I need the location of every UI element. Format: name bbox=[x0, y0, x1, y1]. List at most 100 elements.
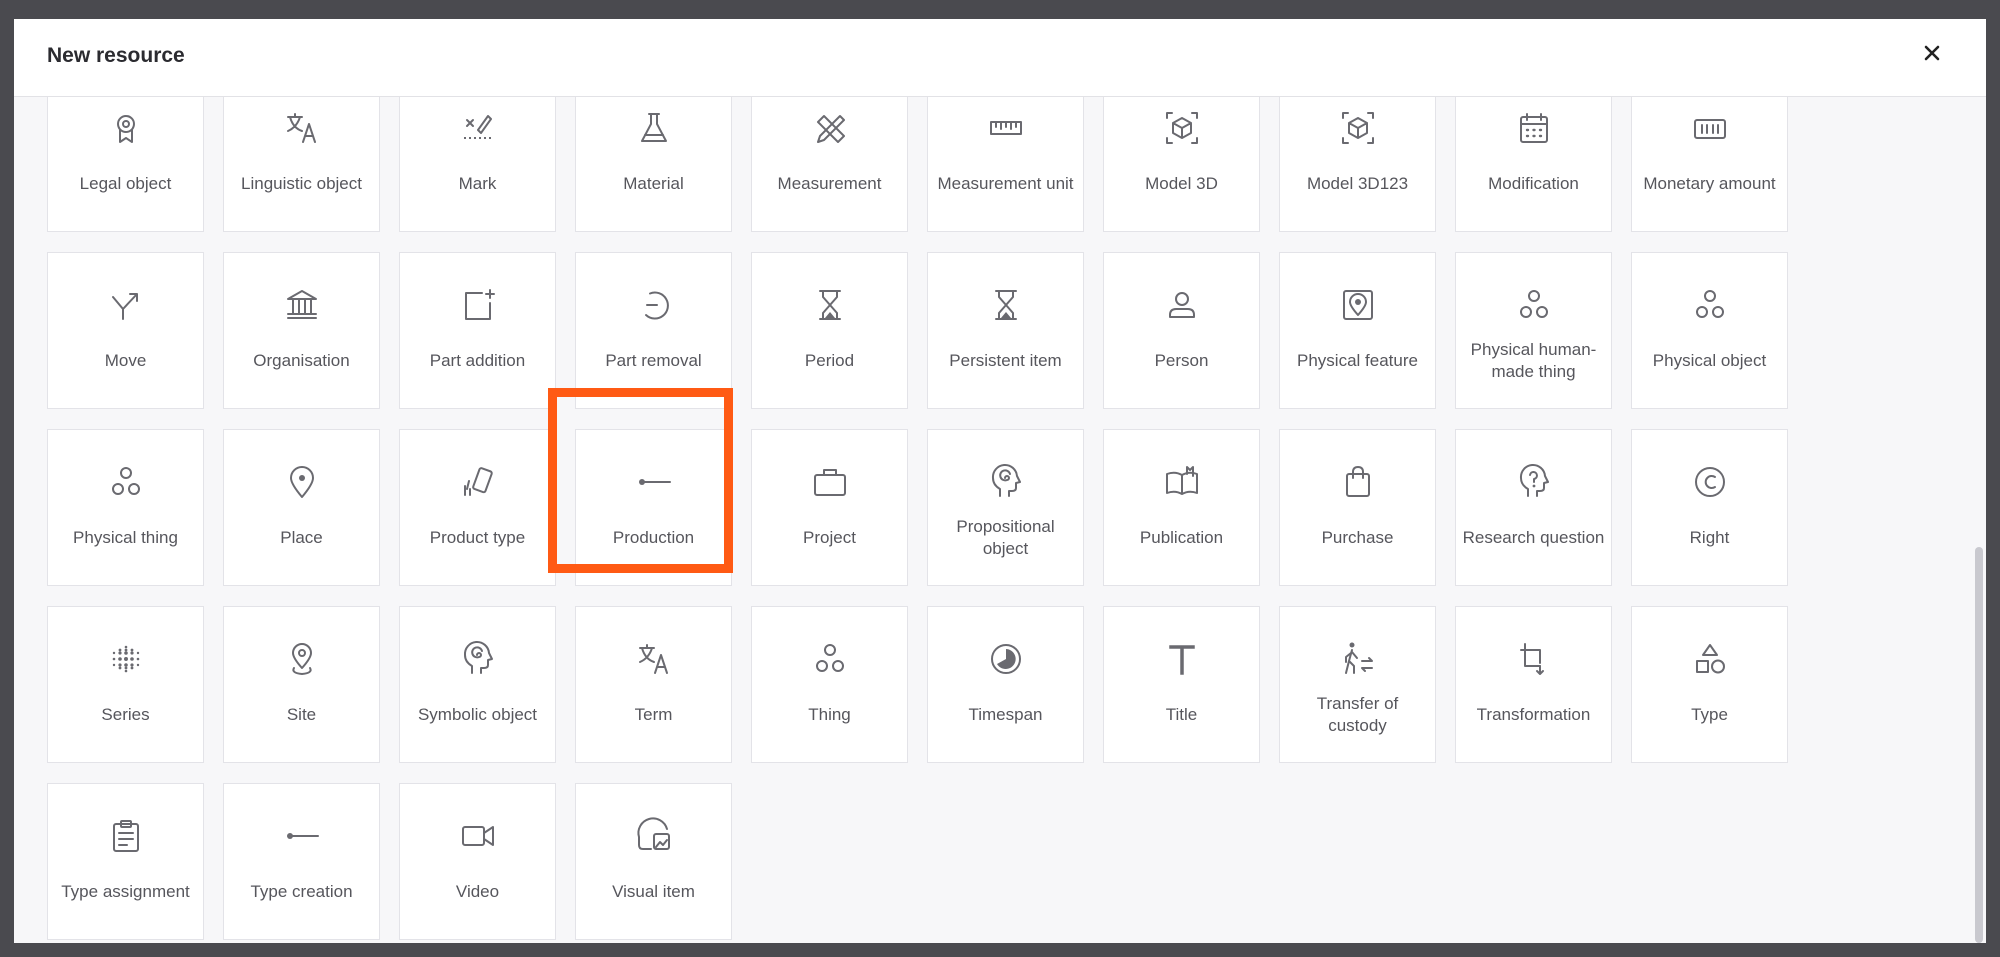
resource-tile-series[interactable]: Series bbox=[47, 606, 204, 763]
resource-tile-part-addition[interactable]: Part addition bbox=[399, 252, 556, 409]
resource-tile-person[interactable]: Person bbox=[1103, 252, 1260, 409]
resource-tile-publication[interactable]: Publication bbox=[1103, 429, 1260, 586]
cube-icon bbox=[1104, 108, 1259, 148]
resource-tile-site[interactable]: Site bbox=[223, 606, 380, 763]
resource-tile-measurement-unit[interactable]: Measurement unit bbox=[927, 75, 1084, 232]
resource-tile-type-assignment[interactable]: Type assignment bbox=[47, 783, 204, 940]
money-icon bbox=[1632, 108, 1787, 148]
resource-tile-label: Visual item bbox=[612, 882, 695, 901]
resource-tile-label: Physical object bbox=[1652, 351, 1767, 370]
resource-tile-label: Symbolic object bbox=[417, 705, 538, 724]
resource-tile-place[interactable]: Place bbox=[223, 429, 380, 586]
resource-tile-physical-object[interactable]: Physical object bbox=[1631, 252, 1788, 409]
resource-tile-project[interactable]: Project bbox=[751, 429, 908, 586]
resource-tile-label: Propositional object bbox=[956, 517, 1055, 558]
resource-tile-organisation[interactable]: Organisation bbox=[223, 252, 380, 409]
resource-tile-label: Series bbox=[101, 705, 150, 724]
circles-icon bbox=[48, 462, 203, 502]
resource-tile-label: Timespan bbox=[968, 705, 1043, 724]
resource-tile-measurement[interactable]: Measurement bbox=[751, 75, 908, 232]
resource-tile-label: Persistent item bbox=[949, 351, 1062, 370]
resource-type-grid: Legal object Linguistic object Mark Materia… bbox=[47, 75, 1788, 940]
resource-tile-symbolic-object[interactable]: Symbolic object bbox=[399, 606, 556, 763]
resource-tile-label: Legal object bbox=[79, 174, 172, 193]
resource-tile-persistent-item[interactable]: Persistent item bbox=[927, 252, 1084, 409]
open-book-icon bbox=[1104, 462, 1259, 502]
resource-tile-model-3d[interactable]: Model 3D bbox=[1103, 75, 1260, 232]
head-spiral-icon bbox=[400, 639, 555, 679]
flask-icon bbox=[576, 108, 731, 148]
resource-tile-label: Transformation bbox=[1476, 705, 1591, 724]
resource-tile-transfer-of-custody[interactable]: Transfer of custody bbox=[1279, 606, 1436, 763]
resource-tile-physical-human-made-thing[interactable]: Physical human-made thing bbox=[1455, 252, 1612, 409]
resource-tile-label: Linguistic object bbox=[241, 174, 362, 193]
resource-tile-label: Model 3D bbox=[1145, 174, 1218, 193]
resource-tile-label: Type creation bbox=[250, 882, 353, 901]
resource-tile-production[interactable]: Production bbox=[575, 429, 732, 586]
resource-tile-timespan[interactable]: Timespan bbox=[927, 606, 1084, 763]
resource-tile-label: Modification bbox=[1488, 174, 1579, 193]
resource-tile-label: Organisation bbox=[253, 351, 350, 370]
resource-tile-move[interactable]: Move bbox=[47, 252, 204, 409]
add-box-icon bbox=[400, 285, 555, 325]
resource-tile-right[interactable]: Right bbox=[1631, 429, 1788, 586]
resource-tile-label: Measurement bbox=[777, 174, 882, 193]
resource-tile-physical-thing[interactable]: Physical thing bbox=[47, 429, 204, 586]
hourglass-icon bbox=[928, 285, 1083, 325]
resource-tile-model-3d123[interactable]: Model 3D123 bbox=[1279, 75, 1436, 232]
resource-tile-product-type[interactable]: Product type bbox=[399, 429, 556, 586]
resource-tile-propositional-object[interactable]: Propositional object bbox=[927, 429, 1084, 586]
resource-tile-legal-object[interactable]: Legal object bbox=[47, 75, 204, 232]
product-tag-icon bbox=[400, 462, 555, 502]
resource-tile-material[interactable]: Material bbox=[575, 75, 732, 232]
translate-icon bbox=[576, 639, 731, 679]
close-icon[interactable] bbox=[1918, 39, 1946, 67]
resource-tile-linguistic-object[interactable]: Linguistic object bbox=[223, 75, 380, 232]
scrollbar-thumb[interactable] bbox=[1975, 547, 1983, 943]
resource-tile-label: Right bbox=[1689, 528, 1730, 547]
video-camera-icon bbox=[400, 816, 555, 856]
scrollbar[interactable] bbox=[1972, 97, 1986, 943]
resource-tile-type[interactable]: Type bbox=[1631, 606, 1788, 763]
resource-tile-label: Transfer of custody bbox=[1316, 694, 1399, 735]
head-spiral-icon bbox=[928, 462, 1083, 502]
resource-tile-mark[interactable]: Mark bbox=[399, 75, 556, 232]
person-icon bbox=[1104, 285, 1259, 325]
ruler-pencil-icon bbox=[752, 108, 907, 148]
resource-tile-label: Physical thing bbox=[73, 528, 178, 547]
resource-tile-type-creation[interactable]: Type creation bbox=[223, 783, 380, 940]
briefcase-icon bbox=[752, 462, 907, 502]
resource-tile-modification[interactable]: Modification bbox=[1455, 75, 1612, 232]
resource-tile-thing[interactable]: Thing bbox=[751, 606, 908, 763]
resource-tile-label: Part addition bbox=[429, 351, 526, 370]
visual-item-icon bbox=[576, 816, 731, 856]
resource-tile-label: Thing bbox=[808, 705, 851, 724]
resource-tile-monetary-amount[interactable]: Monetary amount bbox=[1631, 75, 1788, 232]
calendar-icon bbox=[1456, 108, 1611, 148]
resource-tile-research-question[interactable]: Research question bbox=[1455, 429, 1612, 586]
shapes-icon bbox=[1632, 639, 1787, 679]
resource-tile-purchase[interactable]: Purchase bbox=[1279, 429, 1436, 586]
resource-tile-label: Purchase bbox=[1321, 528, 1394, 547]
resource-tile-period[interactable]: Period bbox=[751, 252, 908, 409]
copyright-icon bbox=[1632, 462, 1787, 502]
resource-tile-label: Project bbox=[803, 528, 856, 547]
resource-tile-transformation[interactable]: Transformation bbox=[1455, 606, 1612, 763]
resource-tile-label: Term bbox=[634, 705, 673, 724]
circles-icon bbox=[752, 639, 907, 679]
resource-tile-label: Place bbox=[280, 528, 323, 547]
resource-tile-video[interactable]: Video bbox=[399, 783, 556, 940]
badge-icon bbox=[48, 108, 203, 148]
resource-tile-title[interactable]: Title bbox=[1103, 606, 1260, 763]
remove-circle-icon bbox=[576, 285, 731, 325]
dialog-title: New resource bbox=[47, 44, 185, 67]
resource-tile-label: Research question bbox=[1462, 528, 1605, 547]
resource-tile-part-removal[interactable]: Part removal bbox=[575, 252, 732, 409]
resource-tile-label: Production bbox=[612, 528, 695, 547]
resource-tile-term[interactable]: Term bbox=[575, 606, 732, 763]
resource-tile-physical-feature[interactable]: Physical feature bbox=[1279, 252, 1436, 409]
move-icon bbox=[48, 285, 203, 325]
crop-icon bbox=[1456, 639, 1611, 679]
resource-tile-visual-item[interactable]: Visual item bbox=[575, 783, 732, 940]
resource-tile-label: Move bbox=[104, 351, 147, 370]
